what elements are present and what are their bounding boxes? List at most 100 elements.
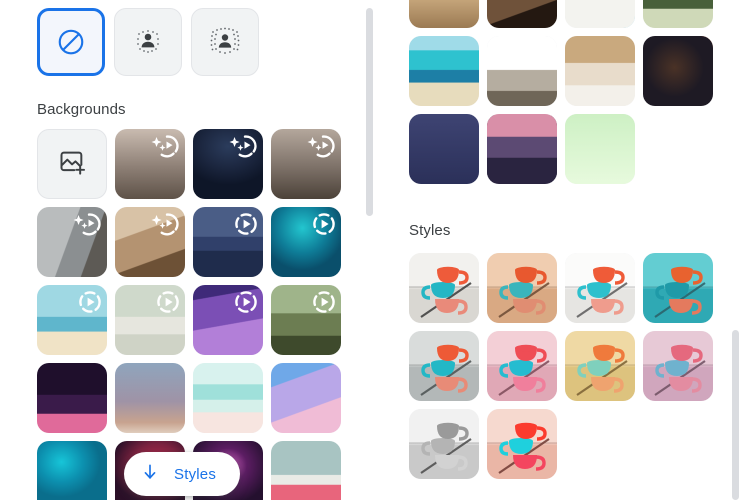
brick-shelf <box>271 129 341 199</box>
night-carnival <box>37 363 107 433</box>
add-background-image-tile[interactable] <box>37 129 107 199</box>
warm-room-flowers <box>115 207 185 277</box>
backgrounds-panel: Backgrounds <box>0 0 375 500</box>
background-thumbnail[interactable] <box>487 0 557 28</box>
green-jellyfish <box>565 114 635 184</box>
background-thumbnail[interactable] <box>115 285 185 355</box>
background-thumbnail[interactable] <box>115 129 185 199</box>
style-thumbnail[interactable] <box>565 331 635 401</box>
style-high-key <box>565 253 635 323</box>
wood-bathroom <box>565 36 635 106</box>
style-thumbnail[interactable] <box>643 331 713 401</box>
jump-to-styles-label: Styles <box>174 465 217 483</box>
cartoon-beach <box>37 285 107 355</box>
background-thumbnail[interactable] <box>487 36 557 106</box>
navy-fern <box>409 114 479 184</box>
background-thumbnail[interactable] <box>643 0 713 28</box>
style-warm-sepia <box>487 253 557 323</box>
background-thumbnail[interactable] <box>565 114 635 184</box>
cherry-blossom <box>271 441 341 500</box>
background-thumbnail[interactable] <box>271 129 341 199</box>
person-blur-light-icon <box>131 25 165 59</box>
effect-no-effect-button[interactable] <box>37 8 105 76</box>
fantasy-tree <box>271 285 341 355</box>
background-thumbnail[interactable] <box>115 363 185 433</box>
style-thumbnail[interactable] <box>409 253 479 323</box>
background-thumbnail[interactable] <box>193 129 263 199</box>
living-room-arch <box>115 129 185 199</box>
anime-car-seat <box>193 207 263 277</box>
style-mono <box>409 409 479 479</box>
style-thumbnail[interactable] <box>487 253 557 323</box>
dusk-gradient <box>115 363 185 433</box>
background-thumbnail[interactable] <box>409 114 479 184</box>
background-thumbnail[interactable] <box>271 285 341 355</box>
style-pink-pop <box>487 331 557 401</box>
green-marsh <box>643 0 713 28</box>
style-mauve-haze <box>643 331 713 401</box>
background-thumbnail[interactable] <box>37 441 107 500</box>
city-dusk <box>487 114 557 184</box>
style-vivid-blush <box>487 409 557 479</box>
style-thumbnail[interactable] <box>409 409 479 479</box>
window-desk <box>37 207 107 277</box>
style-thumbnail[interactable] <box>643 253 713 323</box>
aqua-caustics <box>37 441 107 500</box>
backgrounds-grid <box>37 129 341 500</box>
effect-blur-light-button[interactable] <box>114 8 182 76</box>
right-panel-scrollbar-thumb[interactable] <box>732 330 739 500</box>
background-thumbnail[interactable] <box>565 36 635 106</box>
style-teal-wash <box>643 253 713 323</box>
veggie-kitchen <box>115 285 185 355</box>
tropical-beach <box>409 36 479 106</box>
jump-to-styles-button[interactable]: Styles <box>124 452 241 496</box>
block-icon <box>56 27 86 57</box>
person-blur-strong-icon <box>207 24 243 60</box>
background-thumbnail[interactable] <box>565 0 635 28</box>
background-thumbnail[interactable] <box>115 207 185 277</box>
background-thumbnail[interactable] <box>409 36 479 106</box>
purple-monster-room <box>193 285 263 355</box>
style-cool-fade <box>409 331 479 401</box>
style-thumbnail[interactable] <box>409 331 479 401</box>
left-panel-scrollbar-thumb[interactable] <box>366 8 373 216</box>
background-thumbnail[interactable] <box>271 363 341 433</box>
cloud-sky-pink <box>271 363 341 433</box>
background-thumbnail[interactable] <box>193 207 263 277</box>
backgrounds-heading: Backgrounds <box>37 101 126 118</box>
background-thumbnail[interactable] <box>487 114 557 184</box>
background-thumbnail[interactable] <box>37 285 107 355</box>
autumn-leaves <box>643 36 713 106</box>
background-thumbnail[interactable] <box>37 363 107 433</box>
background-thumbnail[interactable] <box>409 0 479 28</box>
sea-balcony <box>565 0 635 28</box>
background-thumbnail[interactable] <box>643 36 713 106</box>
background-thumbnail[interactable] <box>193 363 263 433</box>
background-thumbnail[interactable] <box>271 207 341 277</box>
effects-panel: Backgrounds Styles Styles <box>0 0 750 500</box>
style-thumbnail[interactable] <box>487 409 557 479</box>
style-original <box>409 253 479 323</box>
left-panel-scrollbar[interactable] <box>366 6 373 494</box>
background-thumbnail[interactable] <box>37 207 107 277</box>
styles-heading: Styles <box>409 222 451 239</box>
style-golden <box>565 331 635 401</box>
white-bookshelf <box>409 0 479 28</box>
arrow-down-icon <box>140 462 160 487</box>
effects-button-row <box>37 8 259 76</box>
underwater-teal <box>271 207 341 277</box>
style-thumbnail[interactable] <box>565 253 635 323</box>
night-terrace <box>193 129 263 199</box>
right-panel-scrollbar[interactable] <box>732 330 739 500</box>
warm-lounge <box>487 0 557 28</box>
background-thumbnail[interactable] <box>271 441 341 500</box>
add-image-icon <box>58 148 86 181</box>
style-thumbnail[interactable] <box>487 331 557 401</box>
styles-panel: Styles <box>375 0 750 500</box>
effect-blur-strong-button[interactable] <box>191 8 259 76</box>
backgrounds-grid-continued <box>409 0 713 184</box>
running-horses <box>487 36 557 106</box>
background-thumbnail[interactable] <box>193 285 263 355</box>
pastel-shore <box>193 363 263 433</box>
styles-grid <box>409 253 713 479</box>
